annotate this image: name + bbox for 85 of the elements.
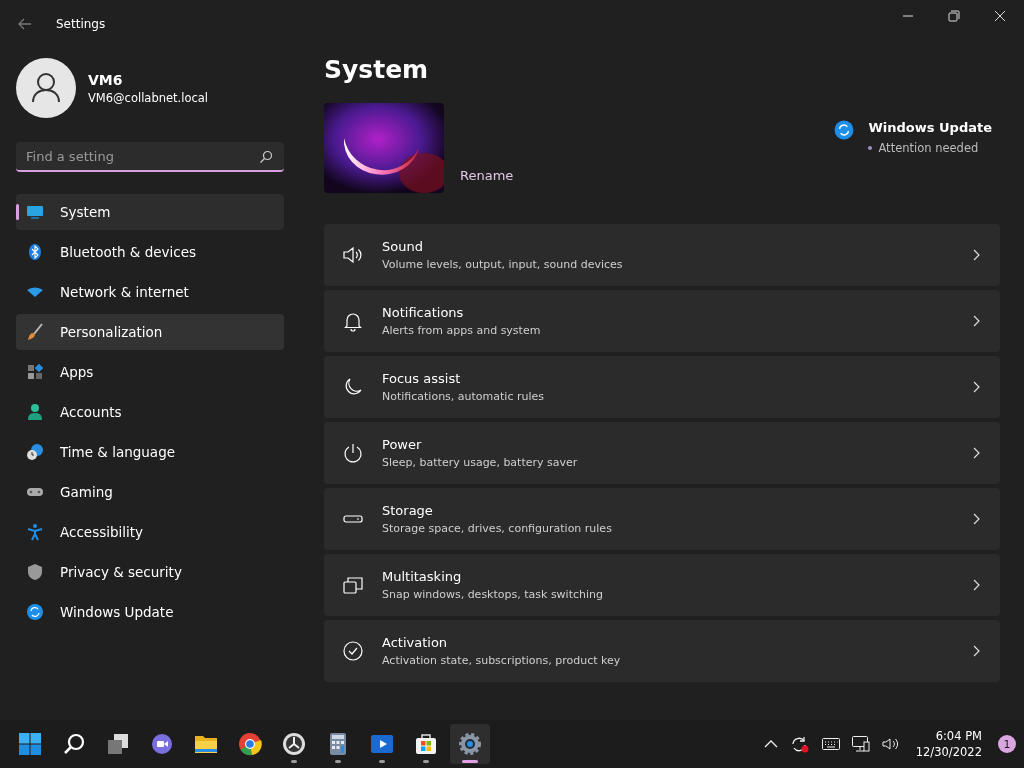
settings-card[interactable]: Sound Volume levels, output, input, sound devices xyxy=(324,224,1000,286)
sidebar-item[interactable]: Personalization xyxy=(16,314,284,350)
card-title: Focus assist xyxy=(382,371,462,386)
sidebar-item[interactable]: Accounts xyxy=(16,394,284,430)
card-subtitle: Alerts from apps and system xyxy=(382,324,542,337)
chevron-icon xyxy=(972,381,980,393)
video-chat-icon xyxy=(150,732,174,756)
settings-card[interactable]: Activation Activation state, subscriptions, product key xyxy=(324,620,1000,682)
taskbar-button[interactable] xyxy=(450,724,490,764)
bell-icon xyxy=(342,310,364,332)
restore-icon[interactable] xyxy=(948,10,960,22)
sidebar-item[interactable]: Privacy & security xyxy=(16,554,284,590)
chevron-up-icon[interactable] xyxy=(763,739,778,749)
card-subtitle: Snap windows, desktops, task switching xyxy=(382,588,604,601)
chevron-icon xyxy=(972,513,980,525)
person-icon xyxy=(26,403,44,421)
settings-card[interactable]: Storage Storage space, drives, configuration rules xyxy=(324,488,1000,550)
browser-icon xyxy=(238,732,262,756)
speaker-icon xyxy=(342,244,364,266)
chevron-icon xyxy=(972,645,980,657)
video-player-icon xyxy=(370,732,394,756)
card-subtitle: Sleep, battery usage, battery saver xyxy=(382,456,579,469)
card-subtitle: Volume levels, output, input, sound devices xyxy=(382,258,624,271)
clock-button[interactable]: 6:04 PM 12/30/2022 xyxy=(911,729,986,759)
windows-logo-icon xyxy=(18,732,42,756)
gear-icon xyxy=(458,732,482,756)
rename-link[interactable]: Rename xyxy=(460,168,514,183)
chevron-icon xyxy=(972,447,980,459)
card-title: Multitasking xyxy=(382,569,463,584)
sidebar-item[interactable]: Windows Update xyxy=(16,594,284,630)
windows-icon xyxy=(342,574,364,596)
sync-icon xyxy=(834,119,855,140)
task-view-icon xyxy=(106,732,130,756)
avatar-icon xyxy=(16,58,76,118)
card-subtitle: Notifications, automatic rules xyxy=(382,390,545,403)
power-icon xyxy=(342,442,364,464)
speaker-icon[interactable] xyxy=(881,736,900,752)
settings-card[interactable]: Focus assist Notifications, automatic rules xyxy=(324,356,1000,418)
search-icon xyxy=(62,732,86,756)
store-bag-icon xyxy=(414,732,438,756)
card-title: Activation xyxy=(382,635,449,650)
card-title: Power xyxy=(382,437,423,452)
chevron-icon xyxy=(972,315,980,327)
search-field[interactable]: Find a setting xyxy=(16,142,284,172)
user-email: VM6@collabnet.local xyxy=(88,90,209,105)
sidebar-item[interactable]: Time & language xyxy=(16,434,284,470)
sidebar-item[interactable]: Apps xyxy=(16,354,284,390)
keyboard-icon[interactable] xyxy=(821,738,840,750)
settings-card[interactable]: Multitasking Snap windows, desktops, task switching xyxy=(324,554,1000,616)
card-subtitle: Storage space, drives, configuration rules xyxy=(382,522,613,535)
monitor-icon xyxy=(26,203,44,221)
brush-icon xyxy=(26,323,44,341)
globe-clock-icon xyxy=(26,443,44,461)
window-title: Settings xyxy=(56,17,106,31)
sync-icon xyxy=(26,603,44,621)
card-subtitle: Activation state, subscriptions, product key xyxy=(382,654,622,667)
sidebar-item[interactable]: System xyxy=(16,194,284,230)
user-name: VM6 xyxy=(88,71,124,88)
search-icon xyxy=(259,150,273,164)
status-dot-icon xyxy=(868,145,873,150)
notification-badge[interactable]: 1 xyxy=(998,735,1016,753)
sync-alert-icon[interactable] xyxy=(789,735,810,753)
chevron-icon xyxy=(972,579,980,591)
bluetooth-icon xyxy=(26,243,44,261)
clock-icon xyxy=(282,732,306,756)
shield-icon xyxy=(26,563,44,581)
sidebar-item[interactable]: Network & internet xyxy=(16,274,284,310)
close-icon[interactable] xyxy=(994,10,1006,22)
card-title: Storage xyxy=(382,503,434,518)
check-circle-icon xyxy=(342,640,364,662)
settings-card[interactable]: Power Sleep, battery usage, battery saver xyxy=(324,422,1000,484)
sidebar-item[interactable]: Accessibility xyxy=(16,514,284,550)
sidebar-item[interactable]: Bluetooth & devices xyxy=(16,234,284,270)
chevron-icon xyxy=(972,249,980,261)
network-icon[interactable] xyxy=(851,736,870,752)
update-status: Attention needed xyxy=(878,140,979,155)
settings-card[interactable]: Notifications Alerts from apps and system xyxy=(324,290,1000,352)
card-title: Sound xyxy=(382,239,424,254)
page-title: System xyxy=(324,56,430,84)
update-title[interactable]: Windows Update xyxy=(868,119,992,135)
back-arrow-icon[interactable] xyxy=(18,18,32,30)
sidebar-item[interactable]: Gaming xyxy=(16,474,284,510)
card-title: Notifications xyxy=(382,305,465,320)
apps-icon xyxy=(26,363,44,381)
accessibility-icon xyxy=(26,523,44,541)
